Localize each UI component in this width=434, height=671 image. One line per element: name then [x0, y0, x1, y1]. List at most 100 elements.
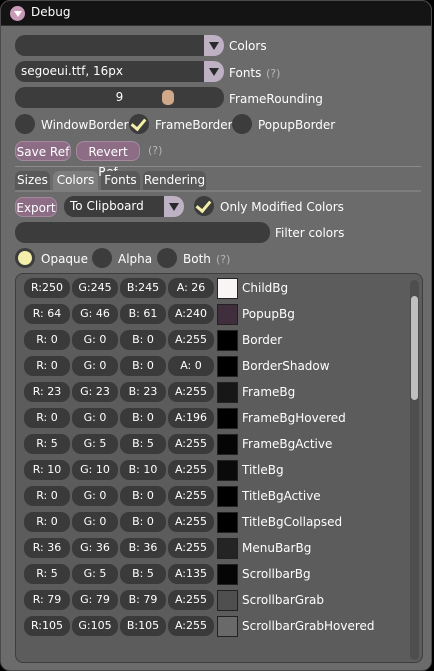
color-b-field[interactable]: B: 10	[120, 460, 166, 480]
color-r-field[interactable]: R: 0	[24, 512, 70, 532]
color-g-field[interactable]: G: 5	[72, 564, 118, 584]
color-g-field[interactable]: G:245	[72, 278, 118, 298]
ref-help[interactable]: (?)	[148, 144, 162, 157]
color-list[interactable]: R:250 G:245 B:245 A: 26 ChildBg R: 64 G: 46 B: …	[15, 273, 423, 663]
alpha-radio[interactable]	[92, 248, 112, 268]
color-r-field[interactable]: R:250	[24, 278, 70, 298]
color-swatch[interactable]	[217, 278, 238, 299]
color-g-field[interactable]: G: 79	[72, 590, 118, 610]
color-r-field[interactable]: R: 0	[24, 330, 70, 350]
color-swatch[interactable]	[217, 486, 238, 507]
color-g-field[interactable]: G: 0	[72, 330, 118, 350]
alpha-mode-help[interactable]: (?)	[216, 253, 230, 266]
color-swatch[interactable]	[217, 512, 238, 533]
color-r-field[interactable]: R: 64	[24, 304, 70, 324]
chevron-down-icon[interactable]	[204, 61, 224, 82]
color-g-field[interactable]: G: 23	[72, 382, 118, 402]
color-a-field[interactable]: A:255	[168, 434, 214, 454]
color-r-field[interactable]: R: 0	[24, 356, 70, 376]
tab-rendering[interactable]: Rendering	[143, 171, 206, 190]
frame-rounding-slider[interactable]: 9	[15, 87, 224, 108]
title-bar[interactable]: Debug	[1, 1, 431, 26]
tab-fonts[interactable]: Fonts	[101, 171, 140, 190]
color-g-field[interactable]: G: 46	[72, 304, 118, 324]
color-a-field[interactable]: A:196	[168, 408, 214, 428]
color-a-field[interactable]: A:135	[168, 564, 214, 584]
color-a-field[interactable]: A:255	[168, 330, 214, 350]
window-border-checkbox[interactable]	[15, 114, 35, 134]
color-r-field[interactable]: R:105	[24, 616, 70, 636]
color-swatch[interactable]	[217, 382, 238, 403]
color-a-field[interactable]: A:255	[168, 382, 214, 402]
color-swatch[interactable]	[217, 590, 238, 611]
both-radio[interactable]	[157, 248, 177, 268]
color-swatch[interactable]	[217, 356, 238, 377]
scrollbar[interactable]	[410, 280, 419, 660]
filter-colors-input[interactable]	[15, 222, 270, 243]
colors-combo[interactable]	[15, 35, 224, 56]
color-a-field[interactable]: A:255	[168, 512, 214, 532]
color-a-field[interactable]: A:255	[168, 460, 214, 480]
color-b-field[interactable]: B: 0	[120, 512, 166, 532]
color-g-field[interactable]: G: 0	[72, 408, 118, 428]
color-b-field[interactable]: B:245	[120, 278, 166, 298]
export-target-combo[interactable]: To Clipboard	[64, 196, 184, 217]
frame-border-checkbox[interactable]	[129, 114, 149, 134]
color-b-field[interactable]: B: 0	[120, 486, 166, 506]
color-swatch[interactable]	[217, 564, 238, 585]
color-b-field[interactable]: B:105	[120, 616, 166, 636]
color-b-field[interactable]: B: 36	[120, 538, 166, 558]
save-ref-button[interactable]: Save Ref	[15, 141, 71, 161]
color-swatch[interactable]	[217, 616, 238, 637]
color-g-field[interactable]: G:105	[72, 616, 118, 636]
color-b-field[interactable]: B: 0	[120, 356, 166, 376]
only-modified-checkbox[interactable]	[194, 196, 214, 216]
color-b-field[interactable]: B: 23	[120, 382, 166, 402]
revert-ref-button[interactable]: Revert Ref	[76, 141, 140, 179]
color-g-field[interactable]: G: 0	[72, 512, 118, 532]
color-r-field[interactable]: R: 79	[24, 590, 70, 610]
opaque-radio[interactable]	[15, 248, 35, 268]
color-r-field[interactable]: R: 10	[24, 460, 70, 480]
color-g-field[interactable]: G: 36	[72, 538, 118, 558]
export-button[interactable]: Export	[15, 197, 57, 217]
color-r-field[interactable]: R: 0	[24, 408, 70, 428]
color-swatch[interactable]	[217, 408, 238, 429]
collapse-icon[interactable]	[10, 6, 25, 21]
color-b-field[interactable]: B: 5	[120, 564, 166, 584]
fonts-help[interactable]: (?)	[266, 67, 280, 80]
color-a-field[interactable]: A:240	[168, 304, 214, 324]
slider-grab[interactable]	[162, 90, 174, 105]
color-b-field[interactable]: B: 0	[120, 330, 166, 350]
color-r-field[interactable]: R: 36	[24, 538, 70, 558]
color-b-field[interactable]: B: 61	[120, 304, 166, 324]
color-b-field[interactable]: B: 79	[120, 590, 166, 610]
color-swatch[interactable]	[217, 330, 238, 351]
color-swatch[interactable]	[217, 460, 238, 481]
tab-sizes[interactable]: Sizes	[15, 171, 50, 190]
color-swatch[interactable]	[217, 304, 238, 325]
color-a-field[interactable]: A: 0	[168, 356, 214, 376]
color-g-field[interactable]: G: 0	[72, 356, 118, 376]
scrollbar-thumb[interactable]	[411, 296, 418, 400]
color-a-field[interactable]: A: 26	[168, 278, 214, 298]
color-r-field[interactable]: R: 23	[24, 382, 70, 402]
chevron-down-icon[interactable]	[164, 196, 184, 217]
color-a-field[interactable]: A:255	[168, 486, 214, 506]
color-r-field[interactable]: R: 5	[24, 434, 70, 454]
color-g-field[interactable]: G: 10	[72, 460, 118, 480]
popup-border-checkbox[interactable]	[232, 114, 252, 134]
color-r-field[interactable]: R: 5	[24, 564, 70, 584]
color-g-field[interactable]: G: 0	[72, 486, 118, 506]
color-g-field[interactable]: G: 5	[72, 434, 118, 454]
fonts-combo[interactable]: segoeui.ttf, 16px	[15, 61, 224, 82]
color-swatch[interactable]	[217, 538, 238, 559]
color-a-field[interactable]: A:255	[168, 538, 214, 558]
tab-colors[interactable]: Colors	[53, 171, 98, 190]
chevron-down-icon[interactable]	[204, 35, 224, 56]
color-a-field[interactable]: A:255	[168, 616, 214, 636]
color-swatch[interactable]	[217, 434, 238, 455]
color-b-field[interactable]: B: 5	[120, 434, 166, 454]
color-r-field[interactable]: R: 0	[24, 486, 70, 506]
color-b-field[interactable]: B: 0	[120, 408, 166, 428]
